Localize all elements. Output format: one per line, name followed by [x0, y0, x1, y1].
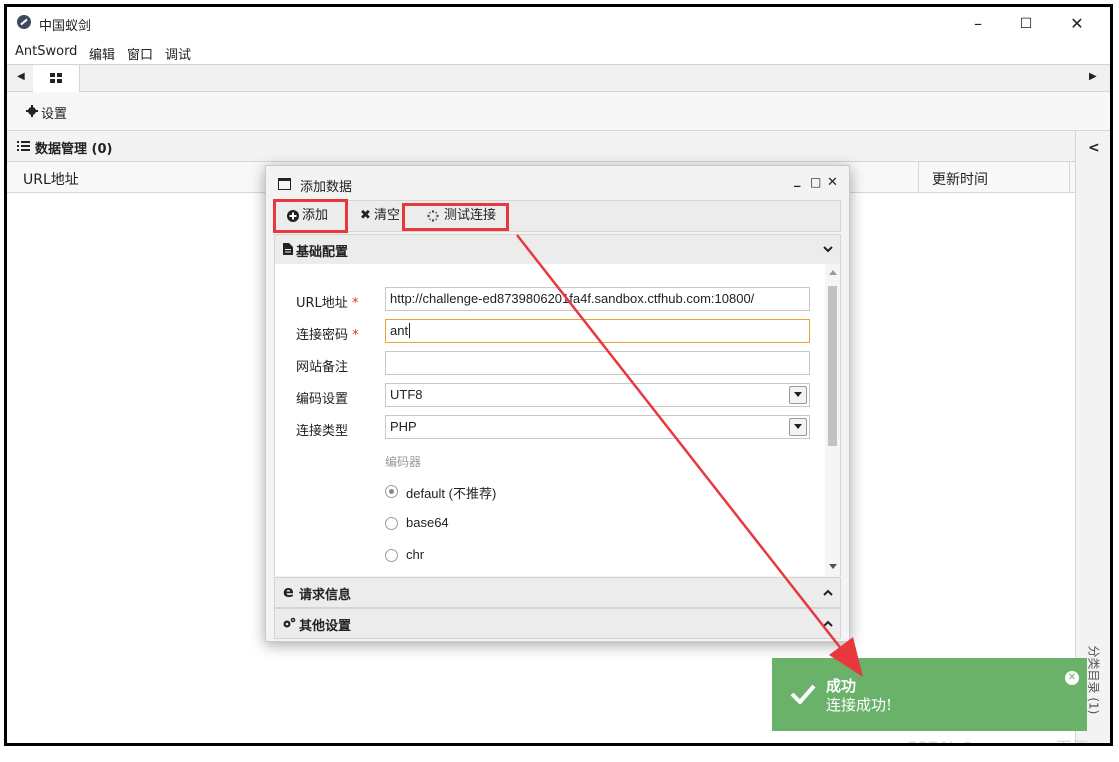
- annotation-arrow: [516, 234, 863, 677]
- watermark: CSDN @mooyuan天天: [905, 734, 1089, 743]
- antsword-window: 中国蚁剑 – ☐ ✕ AntSword 编辑 窗口 调试 ◀ ▶ 设置 数据管理…: [4, 4, 1113, 746]
